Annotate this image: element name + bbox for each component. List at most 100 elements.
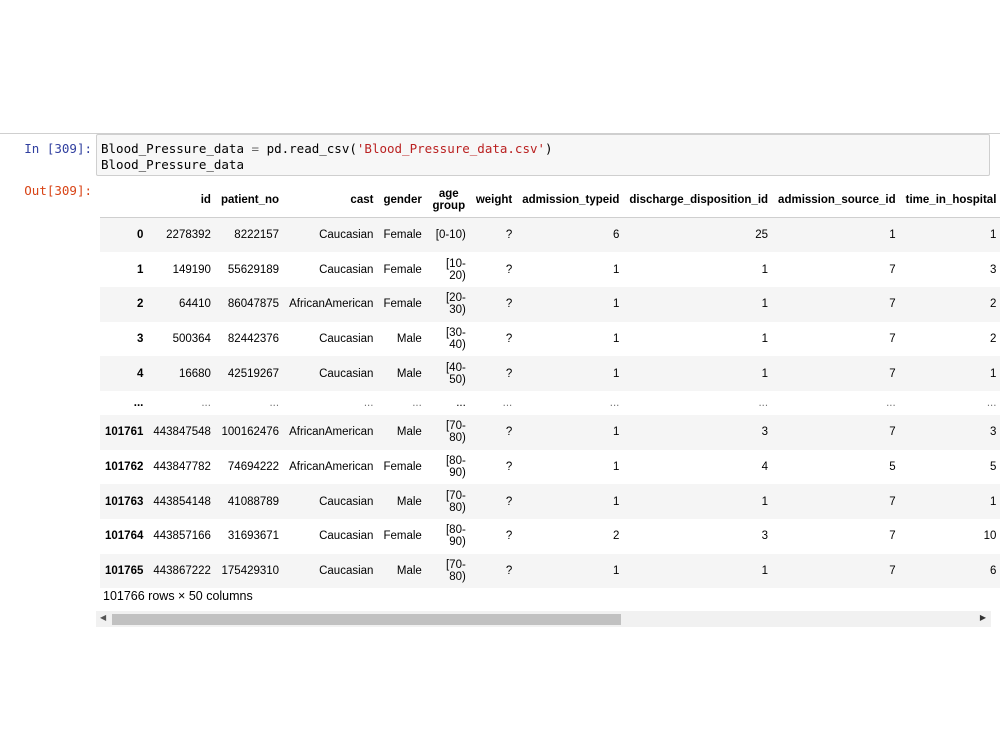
cell-time: 10 [983, 530, 997, 543]
cell-patient-no: 55629189 [227, 263, 280, 276]
age-group-text: [70- [445, 420, 466, 433]
cell-weight: ? [505, 332, 513, 345]
dataframe-table: id patient_no cast gender age group weig… [100, 182, 1000, 589]
cell-discharge: ... [758, 396, 769, 409]
cell-patient-no: 42519267 [227, 367, 280, 380]
row-index: 1 [136, 263, 144, 276]
cell-time: 3 [990, 426, 997, 439]
cell-time: 2 [990, 298, 997, 311]
cell-age-group: [0-10) [427, 218, 471, 253]
age-group-text: [70- [445, 559, 466, 572]
cell-adm-source: 7 [889, 298, 896, 311]
cell-patient-no: 100162476 [221, 426, 280, 439]
row-index: 4 [136, 367, 144, 380]
row-index: 2 [136, 298, 144, 311]
table-row: 101761 443847548 100162476 AfricanAmerican M… [100, 414, 1000, 450]
column-header-age-group: age group [426, 182, 471, 218]
age-group-text: [40- [445, 361, 466, 374]
column-header-gender: gender [378, 182, 427, 218]
cell-adm-type: 1 [612, 495, 620, 508]
horizontal-scrollbar[interactable]: ◀ ▶ [96, 611, 991, 627]
cell-discharge: 1 [761, 367, 769, 380]
cell-patient-no: 86047875 [227, 298, 280, 311]
age-group-text: 20) [449, 269, 466, 282]
cell-age-group: [80- 90) [427, 450, 471, 485]
cell-weight: ? [505, 367, 513, 380]
cell-gender: ... [412, 396, 422, 409]
cell-gender: Male [396, 426, 422, 439]
row-index: ... [133, 396, 144, 409]
age-group-text: [30- [445, 326, 466, 339]
cell-id: 2278392 [166, 229, 211, 242]
cell-adm-type: 1 [612, 565, 620, 578]
row-index: 101765 [105, 565, 144, 578]
dataframe-shape: 101766 rows × 50 columns [103, 589, 253, 603]
cell-adm-source: ... [886, 396, 896, 409]
row-index: 101763 [105, 495, 144, 508]
cell-discharge: 1 [761, 298, 769, 311]
cell-cast: AfricanAmerican [289, 460, 374, 473]
cell-gender: Female [383, 460, 422, 473]
cell-discharge: 1 [761, 565, 769, 578]
cell-adm-source: 7 [889, 530, 896, 543]
cell-time: 2 [990, 332, 997, 345]
cell-discharge: 25 [755, 229, 769, 242]
cell-gender: Female [383, 530, 422, 543]
cell-adm-source: 1 [889, 229, 896, 242]
cell-cast: Caucasian [319, 565, 374, 578]
cell-adm-type: 1 [612, 263, 620, 276]
cell-weight: ... [502, 396, 513, 409]
column-header-age-group-label: age group [432, 187, 466, 212]
cell-time: 1 [990, 367, 997, 380]
cell-weight: ? [505, 460, 513, 473]
age-group-text: 40) [449, 338, 466, 351]
age-group-text: 80) [449, 571, 466, 584]
cell-id: 443854148 [153, 495, 211, 508]
column-header-discharge-disposition-id: discharge_disposition_id [624, 182, 774, 218]
cell-adm-type: 1 [612, 298, 620, 311]
cell-age-group: [10- 20) [427, 252, 471, 287]
cell-patient-no: 8222157 [234, 229, 280, 242]
age-group-text: [0-10) [435, 229, 466, 242]
cell-gender: Female [383, 229, 422, 242]
table-row: 0 2278392 8222157 Caucasian Female [0-10)? 6 25… [100, 217, 1000, 253]
cell-discharge: 4 [761, 460, 769, 473]
cell-gender: Male [396, 495, 422, 508]
cell-cast: Caucasian [319, 367, 374, 380]
code-input-area[interactable]: Blood_Pressure_data = pd.read_csv('Blood… [96, 134, 990, 176]
code-text[interactable]: Blood_Pressure_data = pd.read_csv('Blood… [101, 141, 553, 172]
code-token: Blood_Pressure_data [101, 141, 252, 156]
table-row: 101762 443847782 74694222 AfricanAmerican Fe… [100, 450, 1000, 485]
cell-adm-source: 7 [889, 426, 896, 439]
scroll-right-icon[interactable]: ▶ [980, 613, 986, 622]
table-row: 101763 443854148 41088789 Caucasian Male [70-… [100, 484, 1000, 519]
cell-cast: AfricanAmerican [289, 426, 374, 439]
cell-patient-no: 41088789 [227, 495, 280, 508]
age-group-text: 80) [449, 432, 466, 445]
cell-time: 1 [990, 495, 997, 508]
scroll-left-icon[interactable]: ◀ [100, 613, 106, 622]
cell-adm-type: 1 [612, 332, 620, 345]
cell-adm-type: 1 [612, 367, 620, 380]
cell-id: 443847782 [153, 460, 211, 473]
cell-id: 443857166 [153, 530, 211, 543]
cell-cast: AfricanAmerican [289, 298, 374, 311]
cell-cast: ... [363, 396, 374, 409]
column-header-cast: cast [284, 182, 379, 218]
code-string: 'Blood_Pressure_data.csv' [356, 141, 546, 156]
cell-cast: Caucasian [319, 332, 374, 345]
cell-weight: ? [505, 495, 513, 508]
age-group-text: ... [456, 396, 466, 409]
cell-adm-type: 1 [612, 426, 620, 439]
cell-cast: Caucasian [319, 263, 374, 276]
cell-weight: ? [505, 229, 513, 242]
column-header-weight: weight [470, 182, 518, 218]
cell-id: 16680 [178, 367, 211, 380]
column-header-admission-typeid: admission_typeid [517, 182, 625, 218]
cell-cast: Caucasian [319, 530, 374, 543]
column-header-patient-no: patient_no [215, 182, 285, 218]
table-row: 101765 443867222 175429310 Caucasian Male [70… [100, 553, 1000, 589]
code-operator: = [251, 141, 260, 156]
cell-id: ... [201, 396, 211, 409]
scrollbar-thumb[interactable] [112, 614, 622, 625]
